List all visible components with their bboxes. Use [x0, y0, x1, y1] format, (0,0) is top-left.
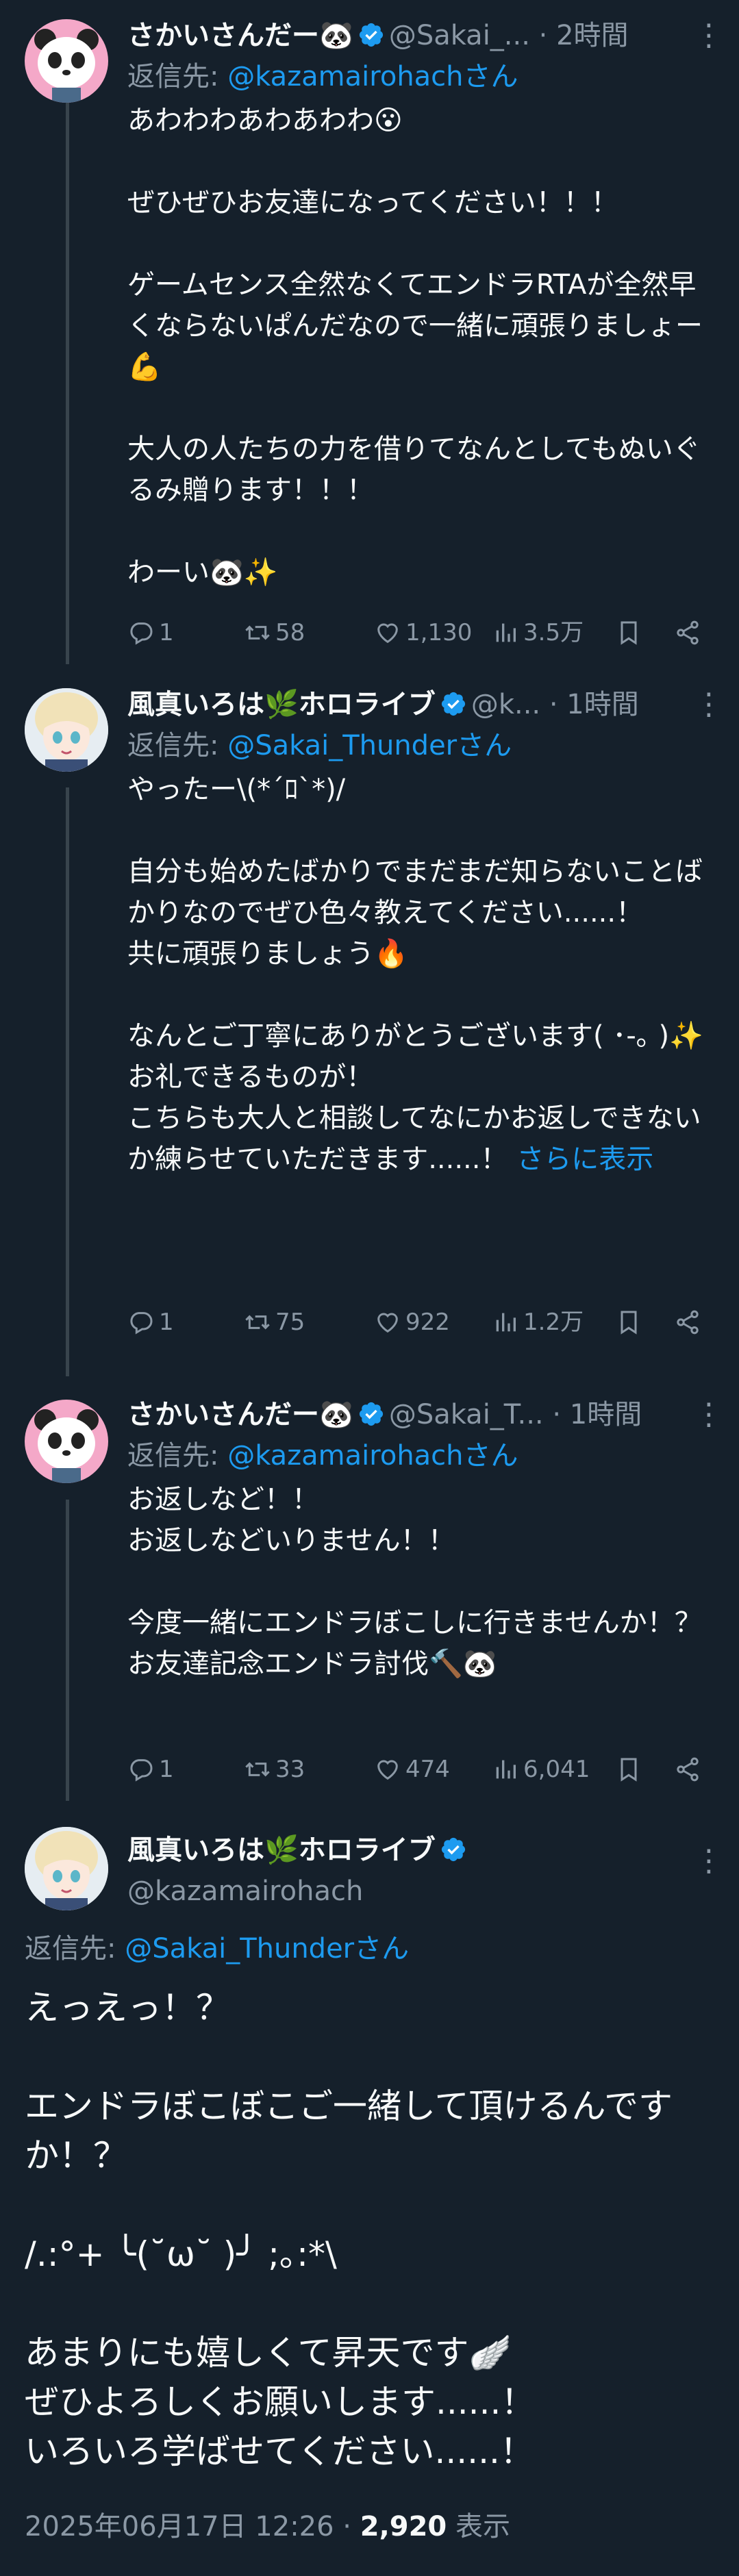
share-icon: [677, 1757, 699, 1782]
retweet-button[interactable]: 33: [244, 1749, 305, 1790]
views-button[interactable]: 6,041: [492, 1749, 590, 1790]
reply-button[interactable]: 1: [127, 1749, 174, 1790]
tweet-header: 風真いろは🌿ホロライブ @k... · 1時間: [127, 689, 639, 720]
more-icon[interactable]: ⋮: [694, 685, 724, 724]
verified-icon: [441, 1837, 465, 1862]
tweet[interactable]: さかいさんだー🐼 @Sakai_... · 2時間 ⋮ 返信先: @kazamai…: [0, 0, 739, 674]
bookmark-button[interactable]: [615, 612, 647, 653]
views-icon: [496, 1313, 516, 1332]
reply-icon: [130, 1312, 153, 1335]
views-icon: [496, 623, 516, 642]
handle[interactable]: @Sakai_...: [389, 20, 530, 51]
reply-to-link[interactable]: @kazamairohachさん: [227, 61, 518, 92]
handle[interactable]: @Sakai_T...: [389, 1399, 544, 1430]
reply-icon: [130, 622, 153, 645]
retweet-button[interactable]: 75: [244, 1302, 305, 1343]
bookmark-icon: [621, 1758, 637, 1782]
views-button[interactable]: 1.2万: [492, 1302, 584, 1343]
share-icon: [677, 1310, 699, 1335]
share-icon: [677, 620, 699, 645]
avatar[interactable]: [25, 19, 108, 103]
tweet-meta: 2025年06月17日 12:26 · 2,920 表示: [25, 2511, 510, 2542]
show-more-link[interactable]: さらに表示: [516, 1144, 653, 1175]
tweet-header: さかいさんだー🐼 @Sakai_T... · 1時間: [127, 1399, 642, 1430]
like-button[interactable]: 474: [374, 1749, 450, 1790]
avatar[interactable]: [25, 1827, 108, 1910]
reply-button[interactable]: 1: [127, 612, 174, 653]
tweet[interactable]: 風真いろは🌿ホロライブ @k... · 1時間 ⋮ 返信先: @Sakai_Thu…: [0, 674, 739, 1376]
like-icon: [377, 1313, 398, 1333]
reply-to: 返信先: @kazamairohachさん: [127, 61, 518, 92]
more-icon[interactable]: ⋮: [694, 1396, 724, 1434]
verified-icon: [359, 1402, 383, 1426]
action-bar: 1 75 922 1.2万: [127, 1302, 725, 1343]
timestamp[interactable]: 1時間: [570, 1399, 642, 1430]
retweet-button[interactable]: 58: [244, 612, 305, 653]
action-bar: 1 58 1,130 3.5万: [127, 612, 725, 653]
retweet-icon: [245, 1315, 270, 1330]
like-button[interactable]: 1,130: [374, 612, 472, 653]
avatar[interactable]: [25, 1400, 108, 1483]
share-button[interactable]: [674, 1302, 705, 1343]
views-button[interactable]: 3.5万: [492, 612, 584, 653]
timestamp[interactable]: 2025年06月17日 12:26 ·: [25, 2511, 360, 2542]
views-count: 2,920: [360, 2511, 447, 2542]
bookmark-icon: [621, 621, 637, 645]
thread-page: さかいさんだー🐼 @Sakai_... · 2時間 ⋮ 返信先: @kazamai…: [0, 0, 739, 2576]
display-name[interactable]: さかいさんだー🐼: [127, 20, 353, 51]
tweet-header: 風真いろは🌿ホロライブ: [127, 1831, 471, 1869]
reply-to: 返信先: @Sakai_Thunderさん: [25, 1933, 410, 1965]
display-name[interactable]: 風真いろは🌿ホロライブ: [127, 1834, 436, 1866]
timestamp[interactable]: 1時間: [566, 689, 638, 720]
tweet-text: お返しなど！！ お返しなどいりません！！ 今度一緒にエンドラぼこしに行きませんか…: [127, 1484, 702, 1680]
action-bar: 1 33 474 6,041: [127, 1749, 725, 1790]
reply-to: 返信先: @Sakai_Thunderさん: [127, 730, 512, 761]
main-tweet[interactable]: 風真いろは🌿ホロライブ @kazamairohach ⋮ 返信先: @Sakai…: [0, 1815, 739, 2576]
reply-to-link[interactable]: @Sakai_Thunderさん: [125, 1933, 409, 1965]
more-icon[interactable]: ⋮: [694, 16, 724, 55]
like-button[interactable]: 922: [374, 1302, 450, 1343]
display-name[interactable]: 風真いろは🌿ホロライブ: [127, 689, 436, 720]
bookmark-button[interactable]: [615, 1302, 647, 1343]
more-icon[interactable]: ⋮: [694, 1842, 724, 1880]
tweet-text: やったー\(*´ﾛ`*)/ 自分も始めたばかりでまだまだ知らないことばかりなので…: [127, 774, 703, 1175]
like-icon: [377, 1760, 398, 1780]
views-icon: [496, 1760, 516, 1779]
tweet-text: えっえっ！？ エンドラぼこぼこご一緒して頂けるんですか！？ /.:°+ ╰(˘ω…: [25, 1988, 673, 2471]
bookmark-button[interactable]: [615, 1749, 647, 1790]
retweet-icon: [245, 625, 270, 640]
share-button[interactable]: [674, 612, 705, 653]
tweet-header: さかいさんだー🐼 @Sakai_... · 2時間: [127, 20, 629, 51]
verified-icon: [441, 692, 465, 716]
timestamp[interactable]: 2時間: [556, 20, 628, 51]
reply-to-link[interactable]: @Sakai_Thunderさん: [227, 730, 512, 761]
reply-to-link[interactable]: @kazamairohachさん: [227, 1440, 518, 1472]
reply-icon: [130, 1759, 153, 1782]
retweet-icon: [245, 1762, 270, 1777]
tweet-text: あわわわあわあわわ😮 ぜひぜひお友達になってください！！！ ゲームセンス全然なく…: [127, 105, 703, 588]
handle[interactable]: @k...: [471, 689, 540, 720]
reply-button[interactable]: 1: [127, 1302, 174, 1343]
display-name[interactable]: さかいさんだー🐼: [127, 1399, 353, 1430]
avatar[interactable]: [25, 688, 108, 772]
bookmark-icon: [621, 1311, 637, 1335]
share-button[interactable]: [674, 1749, 705, 1790]
tweet[interactable]: さかいさんだー🐼 @Sakai_T... · 1時間 ⋮ 返信先: @kazama…: [0, 1376, 739, 1815]
handle[interactable]: @kazamairohach: [127, 1872, 363, 1910]
like-icon: [377, 623, 398, 644]
reply-to: 返信先: @kazamairohachさん: [127, 1440, 518, 1472]
verified-icon: [359, 23, 383, 47]
